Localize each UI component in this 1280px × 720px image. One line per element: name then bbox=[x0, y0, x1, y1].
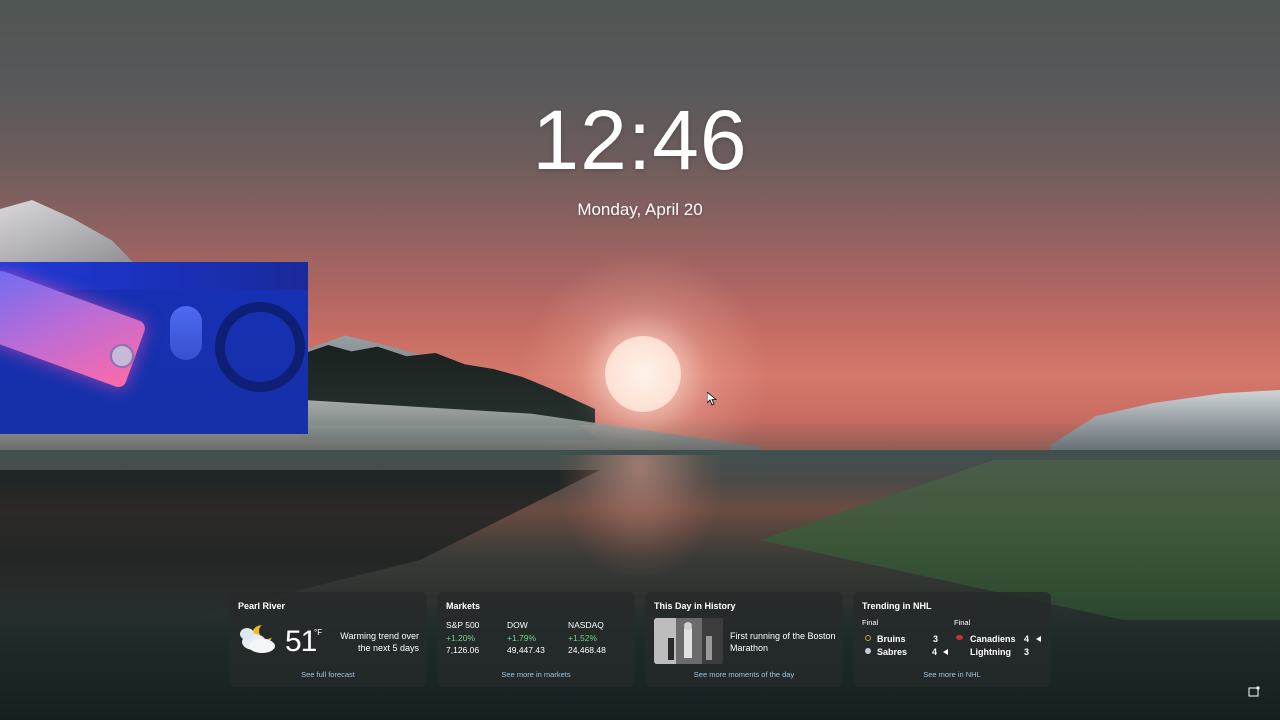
sabres-logo-icon bbox=[865, 648, 871, 654]
history-headline: First running of the Boston Marathon bbox=[730, 631, 836, 653]
lock-screen-widgets: Pearl River 51 °F Warming trend over the… bbox=[229, 592, 1051, 687]
history-title: This Day in History bbox=[654, 601, 736, 611]
team-name: Bruins bbox=[877, 634, 906, 644]
winner-arrow-icon bbox=[943, 649, 948, 655]
marathon-photo-icon bbox=[654, 618, 723, 664]
history-widget[interactable]: This Day in History First running of the… bbox=[645, 592, 843, 687]
hill-right bbox=[1050, 390, 1280, 455]
history-more-link[interactable]: See more moments of the day bbox=[645, 670, 843, 679]
sun-reflection bbox=[560, 455, 720, 575]
team-name: Sabres bbox=[877, 647, 908, 657]
weather-description: Warming trend over the next 5 days bbox=[340, 631, 419, 653]
market-index-value: 24,468.48 bbox=[568, 645, 606, 655]
team-score: 3 bbox=[933, 634, 939, 644]
lock-clock-time: 12:46 bbox=[532, 93, 748, 187]
weather-location: Pearl River bbox=[238, 601, 286, 611]
markets-widget[interactable]: Markets S&P 500 +1.20% 7,126.06 DOW +1.7… bbox=[437, 592, 635, 687]
weather-widget[interactable]: Pearl River 51 °F Warming trend over the… bbox=[229, 592, 427, 687]
canadiens-logo-icon bbox=[956, 635, 963, 640]
market-index-name: DOW bbox=[507, 620, 528, 630]
media-thumbnail[interactable] bbox=[0, 262, 308, 434]
market-index-sp500: S&P 500 +1.20% 7,126.06 bbox=[446, 619, 479, 657]
market-index-change: +1.20% bbox=[446, 632, 476, 643]
team-score: 4 bbox=[932, 647, 938, 657]
weather-forecast-link[interactable]: See full forecast bbox=[229, 670, 427, 679]
mouse-image bbox=[170, 306, 202, 360]
market-index-name: S&P 500 bbox=[446, 620, 480, 630]
lock-screen: 12:46 Monday, April 20 Pearl River 51 °F… bbox=[0, 0, 1280, 720]
headphones-image bbox=[215, 302, 305, 392]
team-name: Canadiens bbox=[970, 634, 1016, 644]
team-score: 4 bbox=[1024, 634, 1030, 644]
market-index-nasdaq: NASDAQ +1.52% 24,468.48 bbox=[568, 619, 606, 657]
sun bbox=[605, 336, 681, 412]
weather-unit: °F bbox=[314, 628, 323, 637]
notification-icon[interactable] bbox=[1248, 686, 1260, 698]
weather-temperature: 51 bbox=[285, 625, 317, 658]
nhl-widget[interactable]: Trending in NHL Final Bruins 3 Sabres 4 … bbox=[853, 592, 1051, 687]
nhl-more-link[interactable]: See more in NHL bbox=[853, 670, 1051, 679]
team-name: Lightning bbox=[970, 647, 1011, 657]
history-photo bbox=[654, 618, 723, 664]
market-index-change: +1.52% bbox=[568, 632, 598, 643]
nhl-title: Trending in NHL bbox=[862, 601, 932, 611]
market-index-value: 49,447.43 bbox=[507, 645, 545, 655]
winner-arrow-icon bbox=[1036, 636, 1041, 642]
partly-cloudy-night-icon bbox=[240, 623, 275, 653]
markets-more-link[interactable]: See more in markets bbox=[437, 670, 635, 679]
game-status: Final bbox=[862, 618, 879, 627]
team-score: 3 bbox=[1024, 647, 1030, 657]
market-index-name: NASDAQ bbox=[568, 620, 604, 630]
bruins-logo-icon bbox=[865, 635, 871, 641]
keyboard-knob-image bbox=[110, 344, 134, 368]
game-status: Final bbox=[954, 618, 971, 627]
mouse-cursor-icon bbox=[707, 392, 717, 406]
market-index-dow: DOW +1.79% 49,447.43 bbox=[507, 619, 545, 657]
market-index-change: +1.79% bbox=[507, 632, 537, 643]
lock-clock-date: Monday, April 20 bbox=[577, 200, 703, 219]
markets-title: Markets bbox=[446, 601, 481, 611]
market-index-value: 7,126.06 bbox=[446, 645, 480, 655]
